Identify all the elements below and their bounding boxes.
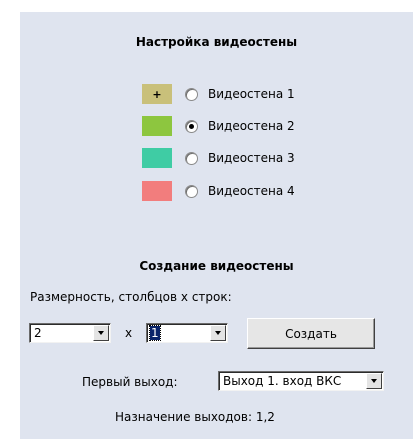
- wall-1-radio-row[interactable]: Видеостена 1: [185, 85, 295, 103]
- columns-value: 2: [34, 326, 42, 340]
- wall-4-label: Видеостена 4: [208, 184, 295, 198]
- rows-select[interactable]: 1: [146, 323, 228, 343]
- first-output-select[interactable]: Выход 1. вход ВКС: [218, 371, 384, 391]
- times-sign: x: [125, 326, 133, 340]
- wall-3-label: Видеостена 3: [208, 151, 295, 165]
- wall-1-label: Видеостена 1: [208, 87, 295, 101]
- columns-select[interactable]: 2: [29, 323, 111, 343]
- setup-title: Настройка видеостены: [135, 35, 298, 49]
- chevron-down-icon[interactable]: [93, 325, 109, 341]
- radio-icon[interactable]: [185, 151, 198, 165]
- videowall-panel: Настройка видеостены + Видеостена 1 Виде…: [20, 12, 413, 439]
- first-output-label: Первый выход:: [82, 375, 178, 389]
- rows-value: 1: [149, 325, 161, 341]
- wall-3-radio-row[interactable]: Видеостена 3: [185, 149, 295, 167]
- dimension-label: Размерность, столбцов x строк:: [30, 290, 232, 304]
- chevron-down-icon[interactable]: [210, 325, 226, 341]
- wall-2-radio-row[interactable]: Видеостена 2: [185, 117, 295, 135]
- wall-1-color-swatch[interactable]: +: [142, 84, 172, 104]
- first-output-value: Выход 1. вход ВКС: [223, 374, 342, 388]
- wall-3-color-swatch[interactable]: [142, 148, 172, 168]
- create-title: Создание видеостены: [139, 259, 294, 273]
- wall-2-label: Видеостена 2: [208, 119, 295, 133]
- create-button[interactable]: Создать: [247, 318, 375, 349]
- wall-4-radio-row[interactable]: Видеостена 4: [185, 182, 295, 200]
- chevron-down-icon[interactable]: [366, 373, 382, 389]
- radio-checked-icon[interactable]: [185, 119, 198, 133]
- plus-icon: +: [152, 87, 162, 101]
- wall-2-color-swatch[interactable]: [142, 116, 172, 136]
- radio-icon[interactable]: [185, 184, 198, 198]
- wall-4-color-swatch[interactable]: [142, 181, 172, 201]
- radio-icon[interactable]: [185, 87, 198, 101]
- assignment-text: Назначение выходов: 1,2: [115, 410, 275, 424]
